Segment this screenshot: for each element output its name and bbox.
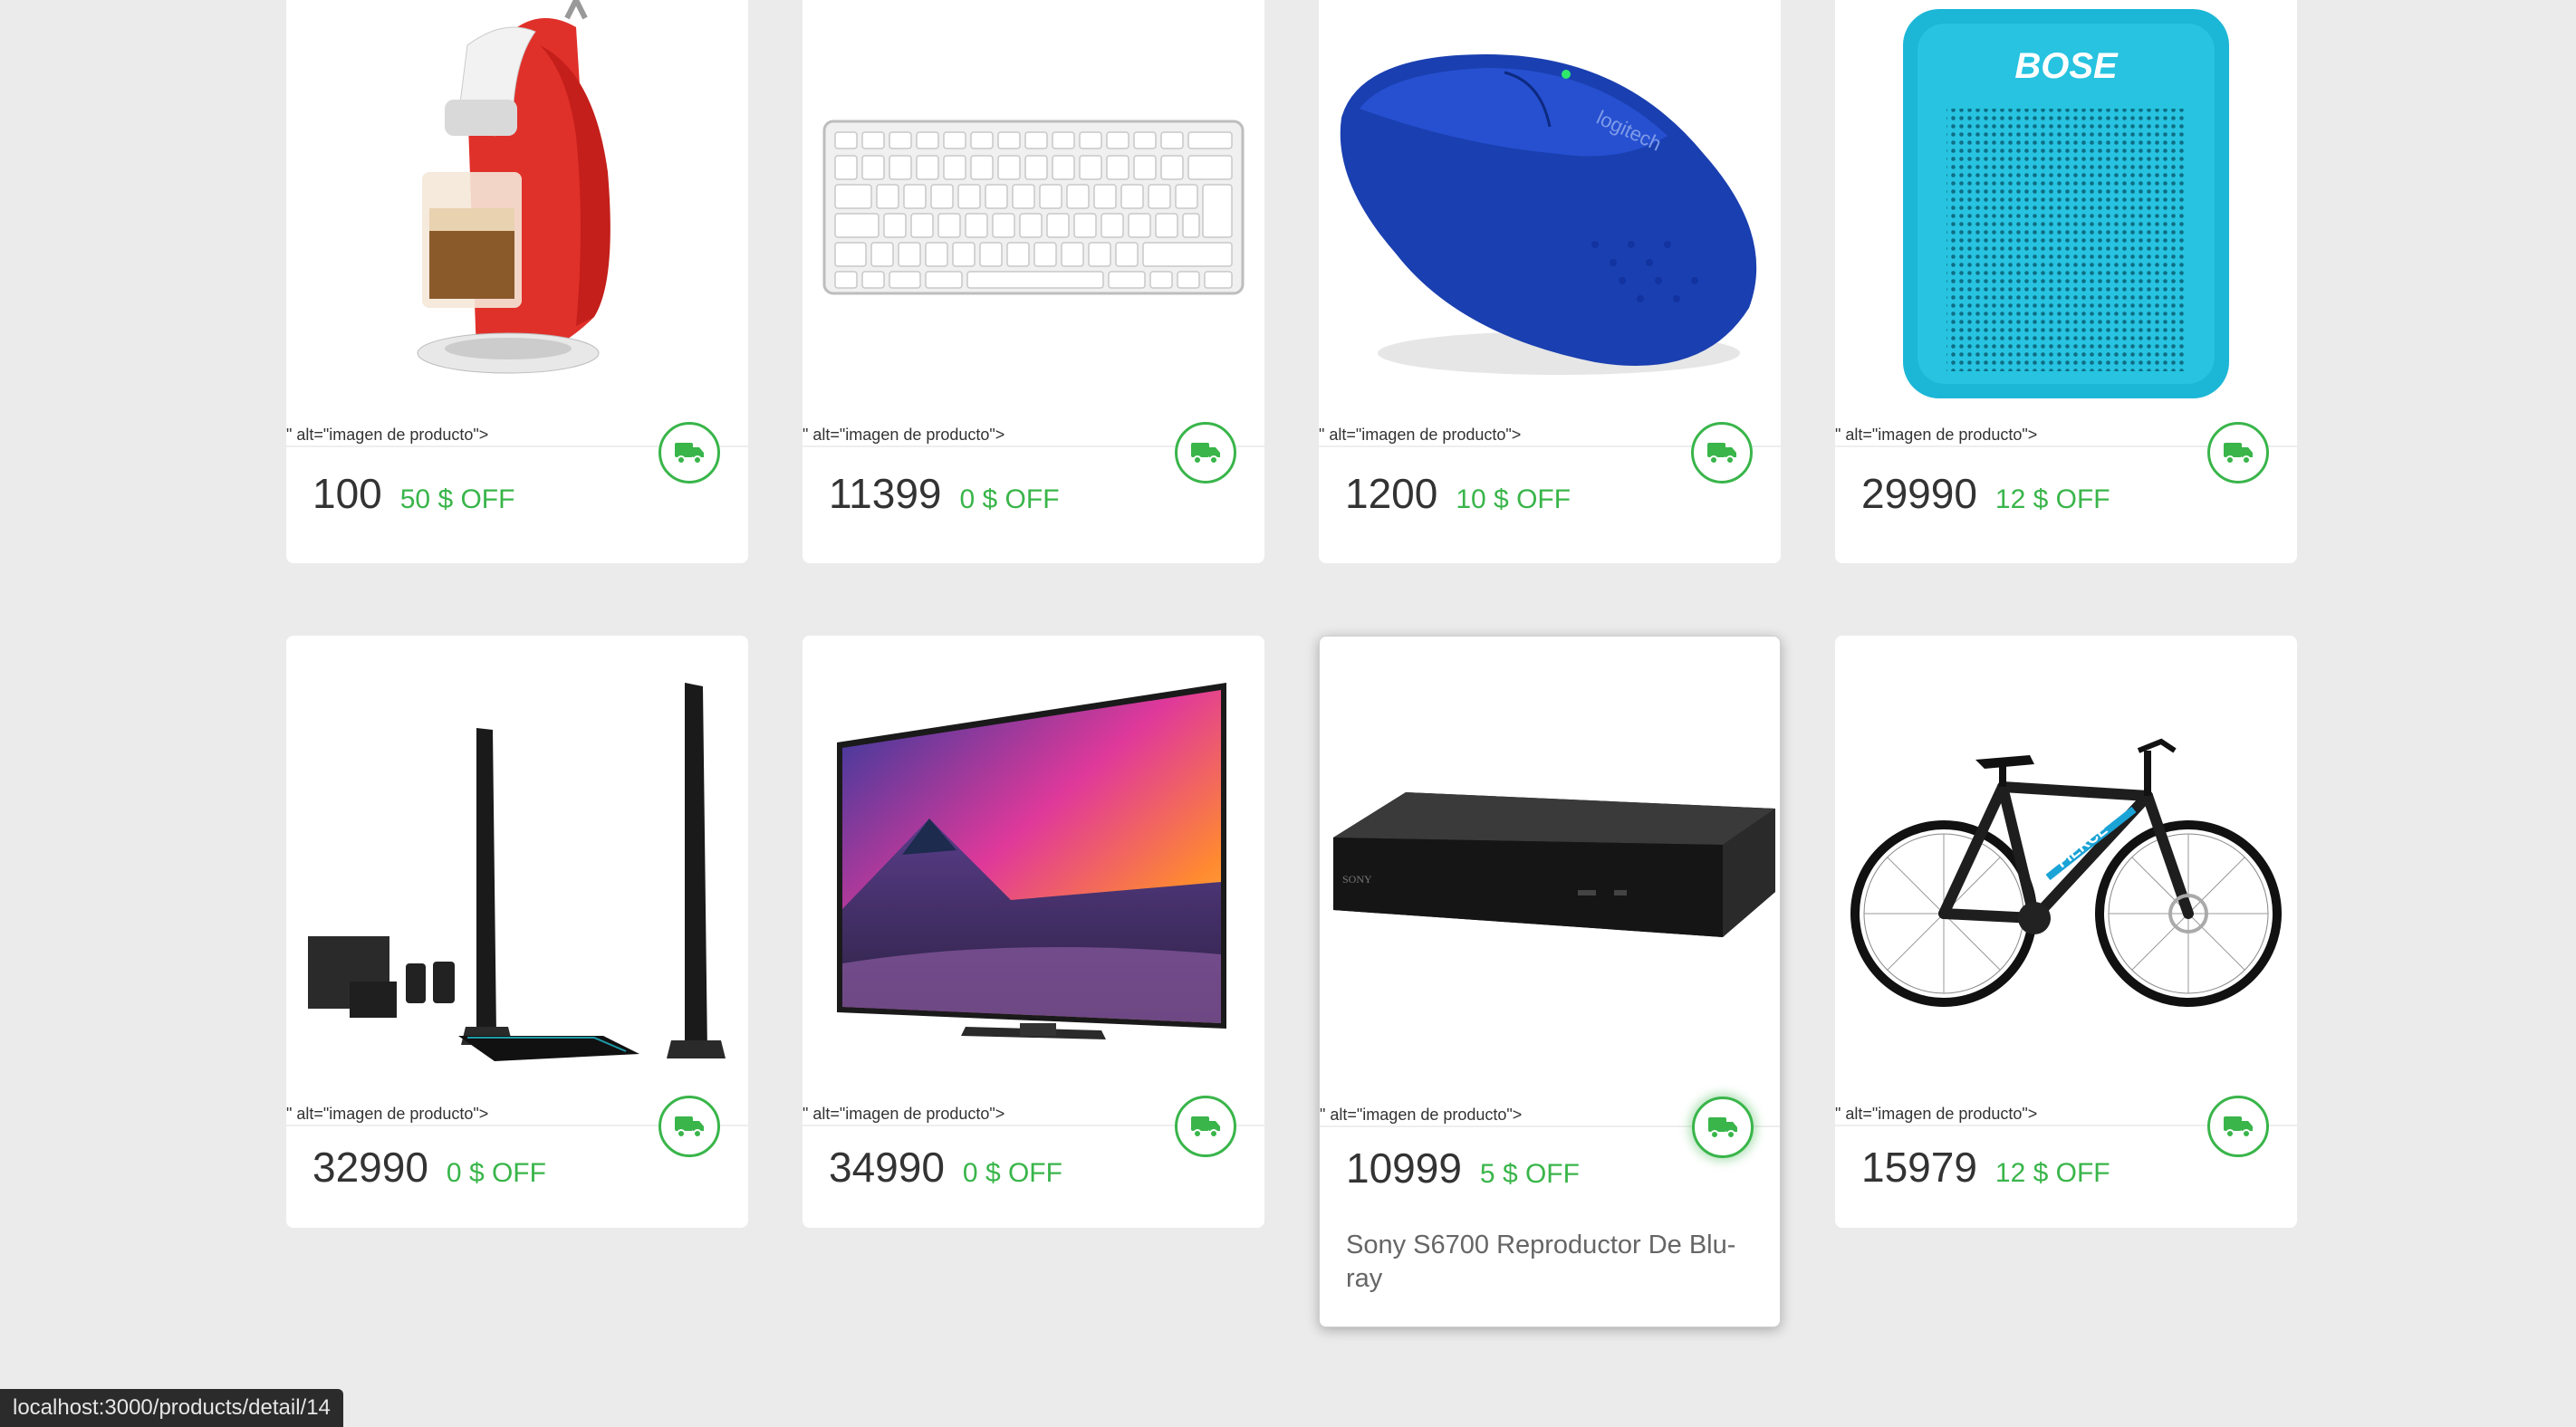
product-price: 29990 <box>1861 470 1977 517</box>
product-card[interactable]: " alt="imagen de producto"> 11399 0 $ OF… <box>803 0 1264 563</box>
product-card[interactable]: BOSE " alt="imagen de producto"> 29990 1 <box>1835 0 2297 563</box>
coffee-maker-image <box>417 0 610 374</box>
shipping-badge <box>1175 422 1236 484</box>
product-price: 32990 <box>312 1144 428 1191</box>
product-card[interactable]: FIERCE " alt="imagen de producto"> 15979… <box>1835 636 2297 1228</box>
product-price: 10999 <box>1346 1144 1462 1192</box>
shipping-badge <box>1175 1096 1236 1157</box>
shipping-badge <box>658 1096 720 1157</box>
product-image[interactable] <box>803 656 1264 1090</box>
truck-icon <box>1707 443 1736 464</box>
discount-label: 10 $ OFF <box>1456 484 1572 514</box>
product-image[interactable]: FIERCE <box>1835 656 2297 1090</box>
price-row: 32990 0 $ OFF <box>312 1143 546 1192</box>
shipping-badge <box>2207 422 2269 484</box>
bluray-player-image: SONY <box>1333 792 1775 937</box>
mouse-image: logitech <box>1340 54 1757 375</box>
product-card[interactable]: " alt="imagen de producto"> 100 50 $ OFF <box>286 0 748 563</box>
image-alt-text: " alt="imagen de producto"> <box>1835 426 2038 444</box>
discount-label: 5 $ OFF <box>1479 1159 1580 1189</box>
speaker-image: BOSE <box>1903 9 2229 398</box>
image-alt-text: " alt="imagen de producto"> <box>1319 426 1522 444</box>
price-row: 11399 0 $ OFF <box>829 469 1060 518</box>
shipping-badge <box>658 422 720 484</box>
keyboard-image <box>822 120 1245 295</box>
shipping-badge <box>1692 1097 1754 1158</box>
image-alt-text: " alt="imagen de producto"> <box>286 1105 489 1123</box>
price-row: 34990 0 $ OFF <box>829 1143 1062 1192</box>
truck-icon <box>2224 443 2253 464</box>
truck-icon <box>1708 1117 1737 1139</box>
image-alt-text: " alt="imagen de producto"> <box>286 426 489 444</box>
home-theater-image <box>308 683 726 1061</box>
speaker-brand-text: BOSE <box>2014 46 2119 86</box>
product-image[interactable]: SONY <box>1320 656 1780 1091</box>
image-alt-text: " alt="imagen de producto"> <box>803 426 1005 444</box>
discount-label: 0 $ OFF <box>446 1158 546 1188</box>
product-price: 100 <box>312 470 382 517</box>
product-card[interactable]: SONY " alt="imagen de producto"> 10999 5… <box>1319 636 1781 1327</box>
product-name: Sony S6700 Reproductor De Blu-ray <box>1346 1231 1736 1293</box>
discount-label: 50 $ OFF <box>399 484 515 514</box>
tv-image <box>837 683 1226 1039</box>
product-price: 15979 <box>1861 1144 1977 1191</box>
truck-icon <box>1191 1116 1220 1138</box>
price-row: 100 50 $ OFF <box>312 469 514 518</box>
browser-status-bar: localhost:3000/products/detail/14 <box>0 1389 343 1427</box>
product-price: 1200 <box>1345 470 1438 517</box>
product-price: 11399 <box>829 470 942 517</box>
product-card[interactable]: logitech " alt="imagen de producto"> 120… <box>1319 0 1781 563</box>
image-alt-text: " alt="imagen de producto"> <box>1835 1105 2038 1123</box>
product-image[interactable] <box>286 0 748 426</box>
price-row: 15979 12 $ OFF <box>1861 1143 2110 1192</box>
price-row: 10999 5 $ OFF <box>1346 1144 1580 1192</box>
product-image[interactable] <box>803 0 1264 426</box>
discount-label: 12 $ OFF <box>1994 484 2110 514</box>
product-image[interactable] <box>286 656 748 1090</box>
shipping-badge <box>1691 422 1753 484</box>
truck-icon <box>675 443 704 464</box>
product-grid: " alt="imagen de producto"> 100 50 $ OFF <box>0 0 2576 1427</box>
price-row: 1200 10 $ OFF <box>1345 469 1571 518</box>
product-price: 34990 <box>829 1144 945 1191</box>
bicycle-image: FIERCE <box>1850 738 2282 1007</box>
truck-icon <box>675 1116 704 1138</box>
bluray-brand-text: SONY <box>1342 873 1372 886</box>
truck-icon <box>1191 443 1220 464</box>
product-image[interactable]: BOSE <box>1835 0 2297 426</box>
discount-label: 0 $ OFF <box>962 1158 1062 1188</box>
price-row: 29990 12 $ OFF <box>1861 469 2110 518</box>
status-url: localhost:3000/products/detail/14 <box>13 1395 331 1420</box>
discount-label: 12 $ OFF <box>1994 1158 2110 1188</box>
image-alt-text: " alt="imagen de producto"> <box>803 1105 1005 1123</box>
product-image[interactable]: logitech <box>1319 0 1781 426</box>
discount-label: 0 $ OFF <box>959 484 1060 514</box>
shipping-badge <box>2207 1096 2269 1157</box>
truck-icon <box>2224 1116 2253 1138</box>
image-alt-text: " alt="imagen de producto"> <box>1320 1106 1523 1124</box>
product-card[interactable]: " alt="imagen de producto"> 34990 0 $ OF… <box>803 636 1264 1228</box>
product-card[interactable]: " alt="imagen de producto"> 32990 0 $ OF… <box>286 636 748 1228</box>
